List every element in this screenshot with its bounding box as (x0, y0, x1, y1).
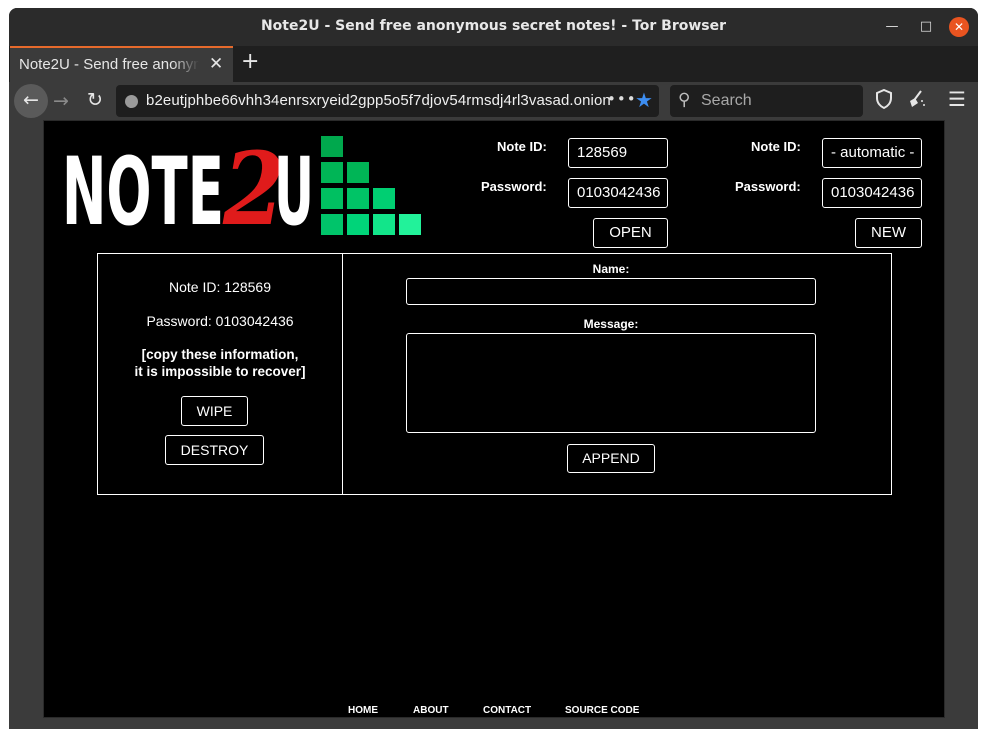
back-arrow-icon[interactable]: ← (14, 84, 48, 118)
logo-bars-graphic (321, 136, 421, 235)
broom-icon[interactable] (906, 89, 926, 114)
reload-icon[interactable]: ↻ (87, 89, 103, 111)
close-window-icon[interactable]: ✕ (949, 17, 969, 37)
open-note-id-label: Note ID: (497, 139, 547, 154)
title-bar: Note2U - Send free anonymous secret note… (9, 8, 978, 46)
navigation-toolbar: ← → ↻ b2eutjphbe66vhh34enrsxryeid2gpp5o5… (9, 82, 978, 120)
new-tab-icon[interactable]: + (241, 49, 259, 74)
name-input[interactable] (406, 278, 816, 305)
footer-link-home[interactable]: HOME (348, 705, 378, 716)
tab-bar: Note2U - Send free anonymous secret note… (9, 46, 978, 82)
url-text[interactable]: b2eutjphbe66vhh34enrsxryeid2gpp5o5f7djov… (146, 92, 611, 109)
warning-line-2: it is impossible to recover] (134, 364, 306, 379)
logo-text-u: U (274, 138, 314, 243)
window-title: Note2U - Send free anonymous secret note… (260, 18, 727, 34)
search-placeholder: Search (701, 92, 752, 109)
onion-circuit-icon[interactable] (125, 95, 138, 108)
tab-note2u[interactable]: Note2U - Send free anonymous secret note… (10, 46, 233, 82)
open-note-id-field[interactable]: 128569 (568, 138, 668, 168)
new-password-label: Password: (735, 179, 801, 194)
panel-divider (342, 254, 343, 494)
destroy-button[interactable]: DESTROY (165, 435, 264, 465)
open-password-field[interactable]: 0103042436 (568, 178, 668, 208)
footer-link-contact[interactable]: CONTACT (483, 705, 531, 716)
hamburger-menu-icon[interactable]: ☰ (948, 87, 966, 111)
shield-icon[interactable] (875, 88, 893, 114)
tab-close-icon[interactable]: ✕ (209, 54, 223, 74)
note2u-logo[interactable]: NOTE 2 U (62, 130, 427, 248)
warning-line-1: [copy these information, (141, 347, 299, 362)
footer-link-about[interactable]: ABOUT (413, 705, 449, 716)
name-label: Name: (592, 262, 630, 276)
logo-text-note: NOTE (62, 138, 224, 243)
new-note-id-field[interactable]: - automatic - (822, 138, 922, 168)
page-content: NOTE 2 U Note ID: 128569 Password: 01030… (43, 120, 945, 718)
password-display: Password: 0103042436 (146, 313, 294, 329)
wipe-button[interactable]: WIPE (181, 396, 248, 426)
browser-window: Note2U - Send free anonymous secret note… (9, 8, 978, 729)
new-note-id-label: Note ID: (751, 139, 801, 154)
search-icon: ⚲ (678, 90, 691, 110)
note-panel: Note ID: 128569 Password: 0103042436 [co… (97, 253, 892, 495)
search-bar[interactable]: ⚲ Search (670, 85, 863, 117)
new-password-field[interactable]: 0103042436 (822, 178, 922, 208)
tab-label: Note2U - Send free anonymous secret note… (19, 56, 199, 73)
append-button[interactable]: APPEND (567, 444, 655, 473)
footer-link-source-code[interactable]: SOURCE CODE (565, 705, 639, 716)
url-bar[interactable]: b2eutjphbe66vhh34enrsxryeid2gpp5o5f7djov… (116, 85, 659, 117)
message-textarea[interactable] (406, 333, 816, 433)
star-icon[interactable]: ★ (635, 88, 653, 112)
new-button[interactable]: NEW (855, 218, 922, 248)
minimize-icon[interactable]: — (882, 17, 902, 37)
forward-arrow-icon[interactable]: → (53, 90, 69, 112)
open-password-label: Password: (481, 179, 547, 194)
maximize-icon[interactable]: □ (916, 17, 936, 37)
page-actions-icon[interactable]: ••• (607, 90, 637, 108)
message-label: Message: (583, 317, 639, 331)
open-button[interactable]: OPEN (593, 218, 668, 248)
note-id-display: Note ID: 128569 (169, 279, 271, 295)
